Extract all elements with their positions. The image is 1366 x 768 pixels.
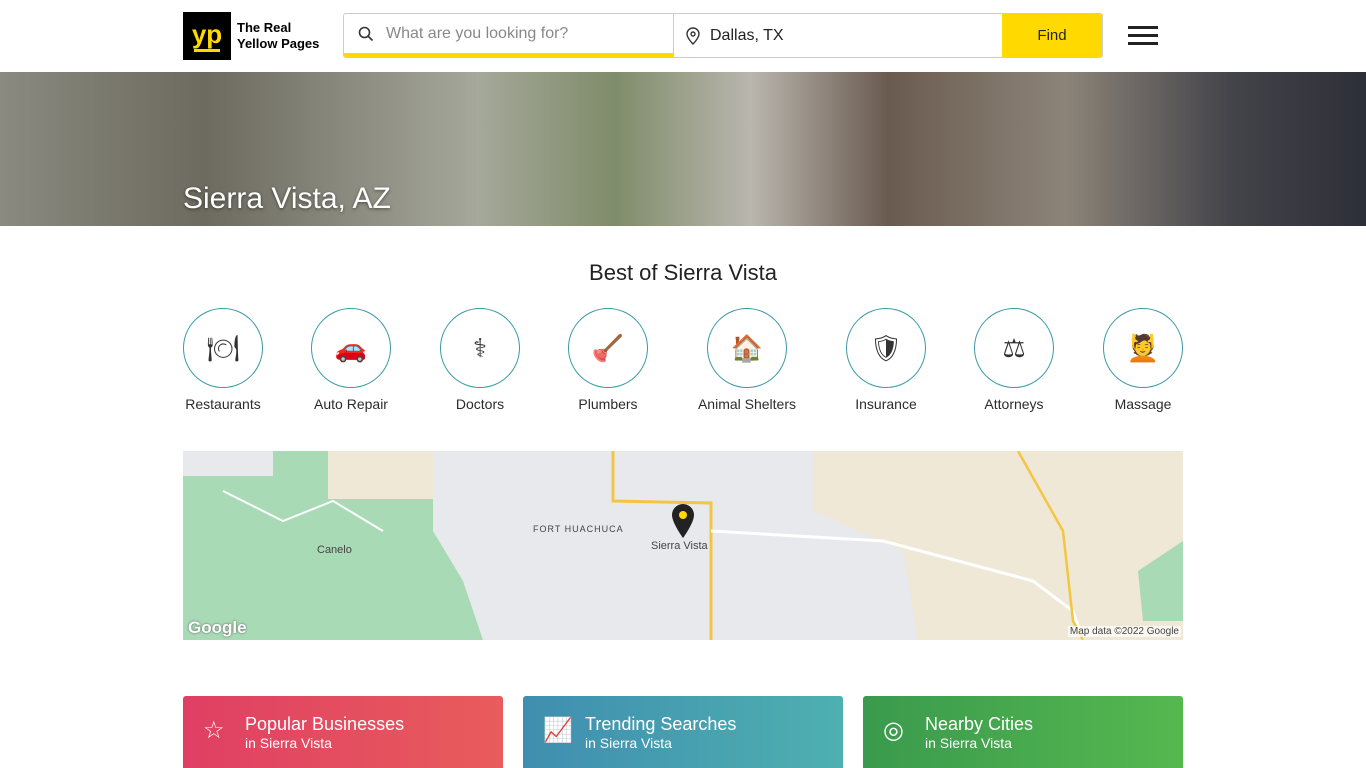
massage-icon: 💆 — [1103, 308, 1183, 388]
hero-banner: Sierra Vista, AZ — [0, 72, 1366, 226]
category-list: 🍽 Restaurants 🚗 Auto Repair ⚕ Doctors 🪠 Plum… — [183, 308, 1183, 418]
yp-logo-mark: yp — [183, 12, 231, 60]
google-logo: Google — [188, 618, 247, 637]
card-list: ☆ Popular Businesses in Sierra Vista 📈 Tren… — [183, 696, 1183, 768]
category-auto-repair[interactable]: 🚗 Auto Repair — [291, 308, 411, 412]
logo[interactable]: yp The Real Yellow Pages — [183, 12, 319, 60]
logo-line2: Yellow Pages — [237, 36, 320, 51]
trending-searches-card[interactable]: 📈 Trending Searches in Sierra Vista — [523, 696, 843, 768]
location-pin-icon — [686, 26, 700, 45]
map-attribution: Map data ©2022 Google — [1067, 626, 1181, 637]
location-pin-icon: ◎ — [883, 717, 904, 744]
star-icon: ☆ — [203, 717, 225, 744]
category-label: Plumbers — [578, 396, 638, 412]
category-massage[interactable]: 💆 Massage — [1083, 308, 1203, 412]
map-marker-icon[interactable] — [671, 503, 695, 539]
location-value: Dallas, TX — [710, 26, 784, 44]
logo-line1: The Real — [237, 20, 292, 35]
card-title: Trending Searches — [585, 714, 737, 734]
search-placeholder: What are you looking for? — [386, 24, 569, 42]
search-icon — [358, 26, 374, 41]
page-title: Sierra Vista, AZ — [183, 182, 391, 215]
logo-mark-text: yp — [191, 18, 223, 49]
shield-icon: 🛡 — [846, 308, 926, 388]
header: yp The Real Yellow Pages What are you loo… — [0, 0, 1366, 72]
category-label: Auto Repair — [314, 396, 388, 412]
card-title: Nearby Cities — [925, 714, 1034, 734]
restaurant-icon: 🍽 — [183, 308, 263, 388]
hamburger-menu-icon[interactable] — [1128, 26, 1158, 50]
map-label-fort-huachuca: Fort Huachuca — [533, 524, 624, 534]
category-doctors[interactable]: ⚕ Doctors — [420, 308, 540, 412]
plunger-icon: 🪠 — [568, 308, 648, 388]
best-of-title: Best of Sierra Vista — [589, 260, 777, 285]
popular-businesses-card[interactable]: ☆ Popular Businesses in Sierra Vista — [183, 696, 503, 768]
category-label: Attorneys — [984, 396, 1044, 412]
card-subtitle: in Sierra Vista — [925, 735, 1012, 751]
map[interactable]: Fort Huachuca Sierra Vista Canelo Google… — [183, 451, 1183, 640]
category-label: Restaurants — [185, 396, 261, 412]
category-label: Insurance — [855, 396, 917, 412]
find-button[interactable]: Find — [1002, 14, 1102, 57]
category-insurance[interactable]: 🛡 Insurance — [826, 308, 946, 412]
category-plumbers[interactable]: 🪠 Plumbers — [548, 308, 668, 412]
category-animal-shelters[interactable]: 🏠 Animal Shelters — [687, 308, 807, 412]
chart-icon: 📈 — [543, 717, 573, 744]
category-restaurants[interactable]: 🍽 Restaurants — [163, 308, 283, 412]
card-subtitle: in Sierra Vista — [245, 735, 332, 751]
search-input[interactable]: What are you looking for? — [344, 14, 674, 57]
paw-house-icon: 🏠 — [707, 308, 787, 388]
location-input[interactable]: Dallas, TX — [674, 14, 1002, 57]
category-label: Massage — [1114, 396, 1172, 412]
gavel-icon: ⚖ — [974, 308, 1054, 388]
card-subtitle: in Sierra Vista — [585, 735, 672, 751]
search-bar: What are you looking for? Dallas, TX Fin… — [343, 13, 1103, 58]
card-title: Popular Businesses — [245, 714, 405, 734]
map-label-sierra-vista: Sierra Vista — [651, 540, 708, 552]
caduceus-icon: ⚕ — [440, 308, 520, 388]
category-label: Doctors — [455, 396, 505, 412]
category-label: Animal Shelters — [697, 396, 797, 412]
category-attorneys[interactable]: ⚖ Attorneys — [954, 308, 1074, 412]
car-icon: 🚗 — [311, 308, 391, 388]
map-label-canelo: Canelo — [317, 544, 352, 556]
nearby-cities-card[interactable]: ◎ Nearby Cities in Sierra Vista — [863, 696, 1183, 768]
